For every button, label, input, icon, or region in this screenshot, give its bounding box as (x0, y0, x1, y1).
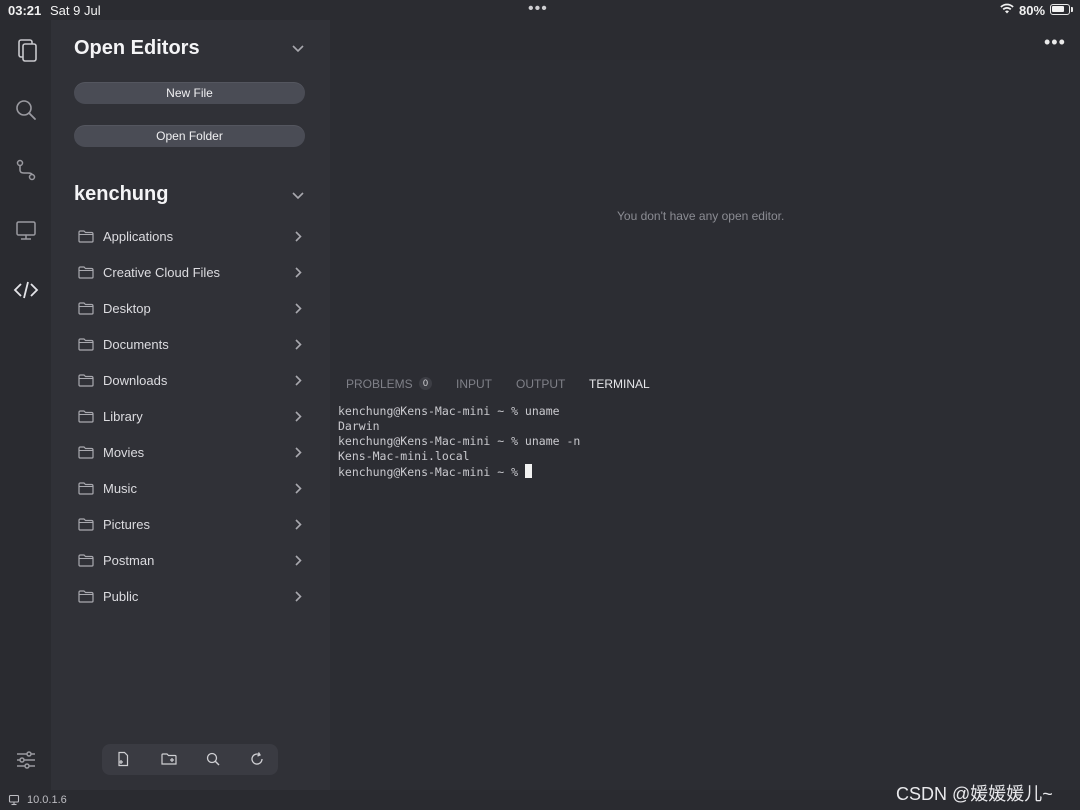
remote-connection-icon[interactable] (8, 794, 20, 806)
source-control-icon[interactable] (12, 156, 40, 184)
terminal-prompt-line[interactable]: kenchung@Kens-Mac-mini ~ % (338, 464, 580, 479)
chevron-down-icon[interactable] (291, 189, 305, 203)
status-date: Sat 9 Jul (50, 3, 101, 18)
more-options-button[interactable]: ••• (1044, 32, 1066, 53)
chevron-right-icon (295, 483, 302, 494)
folder-item-movies[interactable]: Movies (74, 441, 309, 465)
watermark: CSDN @媛媛媛儿~ (896, 784, 1053, 804)
chevron-right-icon (295, 591, 302, 602)
folder-item-downloads[interactable]: Downloads (74, 369, 309, 393)
folder-icon (78, 230, 94, 243)
terminal-prompt: kenchung@Kens-Mac-mini ~ % (338, 465, 525, 479)
terminal-output[interactable]: kenchung@Kens-Mac-mini ~ % uname Darwin … (338, 404, 580, 479)
folder-icon (78, 446, 94, 459)
folder-icon (78, 482, 94, 495)
folder-label: Desktop (103, 301, 151, 316)
chevron-right-icon (295, 231, 302, 242)
tab-output[interactable]: OUTPUT (516, 377, 565, 391)
terminal-line: kenchung@Kens-Mac-mini ~ % uname (338, 404, 560, 418)
chevron-right-icon (295, 375, 302, 386)
activity-bar (0, 20, 51, 790)
chevron-right-icon (295, 447, 302, 458)
folder-label: Creative Cloud Files (103, 265, 221, 280)
folder-label: Applications (103, 229, 174, 244)
terminal-cursor (524, 464, 532, 478)
folder-item-pictures[interactable]: Pictures (74, 513, 309, 537)
folder-icon (78, 374, 94, 387)
folder-icon (78, 266, 94, 279)
open-folder-button[interactable]: Open Folder (74, 125, 305, 147)
chevron-down-icon[interactable] (291, 42, 305, 56)
folder-icon (78, 554, 94, 567)
folder-label: Library (103, 409, 143, 424)
open-editors-title[interactable]: Open Editors (74, 37, 200, 60)
battery-icon (1050, 4, 1070, 15)
tab-problems[interactable]: PROBLEMS (346, 377, 413, 391)
terminal-line: Kens-Mac-mini.local (338, 449, 470, 463)
chevron-right-icon (295, 339, 302, 350)
explorer-sidebar: Open Editors New File Open Folder kenchu… (51, 20, 330, 790)
chevron-right-icon (295, 411, 302, 422)
multitasking-dots[interactable]: ••• (528, 0, 548, 18)
folder-item-applications[interactable]: Applications (74, 225, 309, 249)
folder-label: Music (103, 481, 137, 496)
chevron-right-icon (295, 303, 302, 314)
search-icon[interactable] (205, 751, 221, 767)
explorer-toolbar (102, 744, 278, 775)
terminal-line: kenchung@Kens-Mac-mini ~ % uname -n (338, 434, 581, 448)
chevron-right-icon (295, 519, 302, 530)
new-folder-icon[interactable] (161, 751, 177, 767)
folder-item-public[interactable]: Public (74, 585, 309, 609)
battery-percentage: 80% (1019, 3, 1046, 18)
battery-tip (1071, 7, 1073, 12)
tab-terminal[interactable]: TERMINAL (589, 377, 650, 391)
folder-item-desktop[interactable]: Desktop (74, 297, 309, 321)
remote-icon[interactable] (12, 216, 40, 244)
folder-icon (78, 410, 94, 423)
explorer-icon[interactable] (12, 36, 40, 64)
folder-label: Pictures (103, 517, 150, 532)
folder-item-creative-cloud-files[interactable]: Creative Cloud Files (74, 261, 309, 285)
problems-count-badge: 0 (419, 377, 432, 390)
workspace-title[interactable]: kenchung (74, 183, 168, 206)
folder-item-music[interactable]: Music (74, 477, 309, 501)
version-label: 10.0.1.6 (27, 794, 67, 806)
folder-item-library[interactable]: Library (74, 405, 309, 429)
folder-item-documents[interactable]: Documents (74, 333, 309, 357)
chevron-right-icon (295, 267, 302, 278)
folder-label: Downloads (103, 373, 168, 388)
new-file-button[interactable]: New File (74, 82, 305, 104)
new-file-icon[interactable] (115, 751, 131, 767)
search-icon[interactable] (12, 96, 40, 124)
refresh-icon[interactable] (249, 751, 265, 767)
empty-editor-message: You don't have any open editor. (617, 209, 785, 223)
folder-label: Movies (103, 445, 145, 460)
folder-label: Postman (103, 553, 155, 568)
chevron-right-icon (295, 555, 302, 566)
folder-icon (78, 302, 94, 315)
editor-area: You don't have any open editor. PROBLEMS… (330, 60, 1080, 790)
tab-input[interactable]: INPUT (456, 377, 492, 391)
folder-icon (78, 338, 94, 351)
folder-label: Documents (103, 337, 169, 352)
settings-sliders-icon[interactable] (12, 746, 40, 774)
folder-item-postman[interactable]: Postman (74, 549, 309, 573)
terminal-line: Darwin (338, 419, 380, 433)
status-time: 03:21 (8, 3, 42, 18)
folder-icon (78, 590, 94, 603)
status-bar: 03:21 Sat 9 Jul ••• 80% (0, 0, 1080, 20)
wifi-icon (1000, 3, 1014, 17)
folder-icon (78, 518, 94, 531)
code-icon[interactable] (12, 276, 40, 304)
folder-label: Public (103, 589, 139, 604)
